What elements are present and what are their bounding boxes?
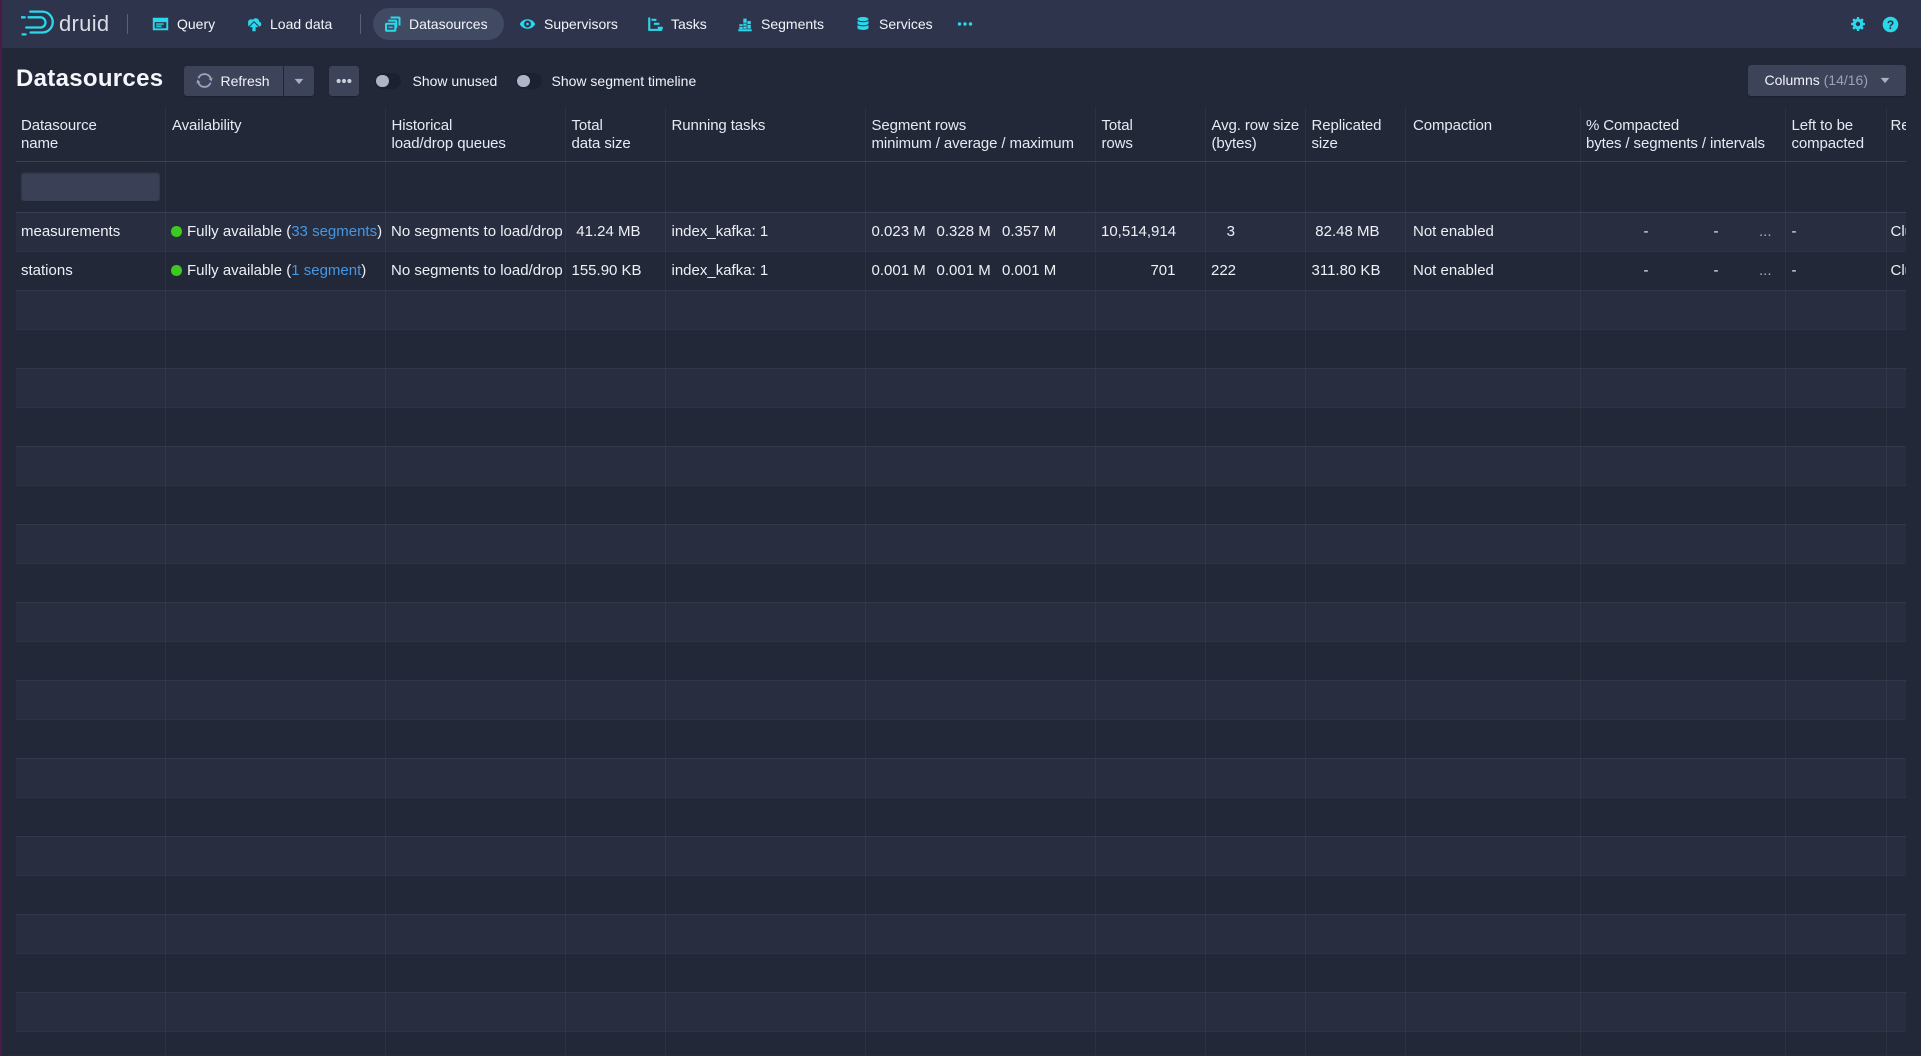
svg-text:?: ? — [1887, 18, 1894, 32]
